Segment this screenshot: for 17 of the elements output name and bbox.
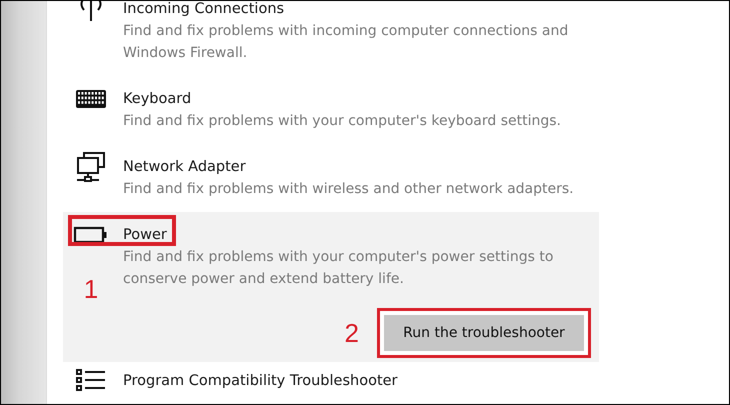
- item-title: Keyboard: [123, 90, 192, 109]
- item-title: Program Compatibility Troubleshooter: [123, 372, 399, 391]
- network-icon: [75, 151, 107, 183]
- item-title: Incoming Connections: [123, 1, 286, 19]
- callout-number: 1: [84, 274, 98, 304]
- item-description: Find and fix problems with your computer's power settings to conserve power and extend battery life.: [123, 248, 554, 289]
- selected-item-background[interactable]: Power 1 Find and fix problems with your computer's power settings to conserve power and extend battery life. 2 Run the troubleshooter: [63, 212, 599, 362]
- battery-icon: [73, 225, 109, 245]
- item-description: Find and fix problems with incoming computer connections and Windows Firewall.: [123, 22, 570, 63]
- callout-number: 2: [344, 318, 359, 348]
- run-troubleshooter-button[interactable]: Run the troubleshooter: [384, 315, 584, 351]
- keyboard-icon: [75, 89, 107, 109]
- list-icon: [75, 368, 107, 394]
- item-title: Network Adapter: [123, 158, 247, 177]
- item-title: Power: [123, 226, 168, 245]
- item-description: Find and fix problems with your computer's keyboard settings.: [123, 112, 562, 131]
- item-description: Find and fix problems with wireless and other network adapters.: [123, 180, 575, 199]
